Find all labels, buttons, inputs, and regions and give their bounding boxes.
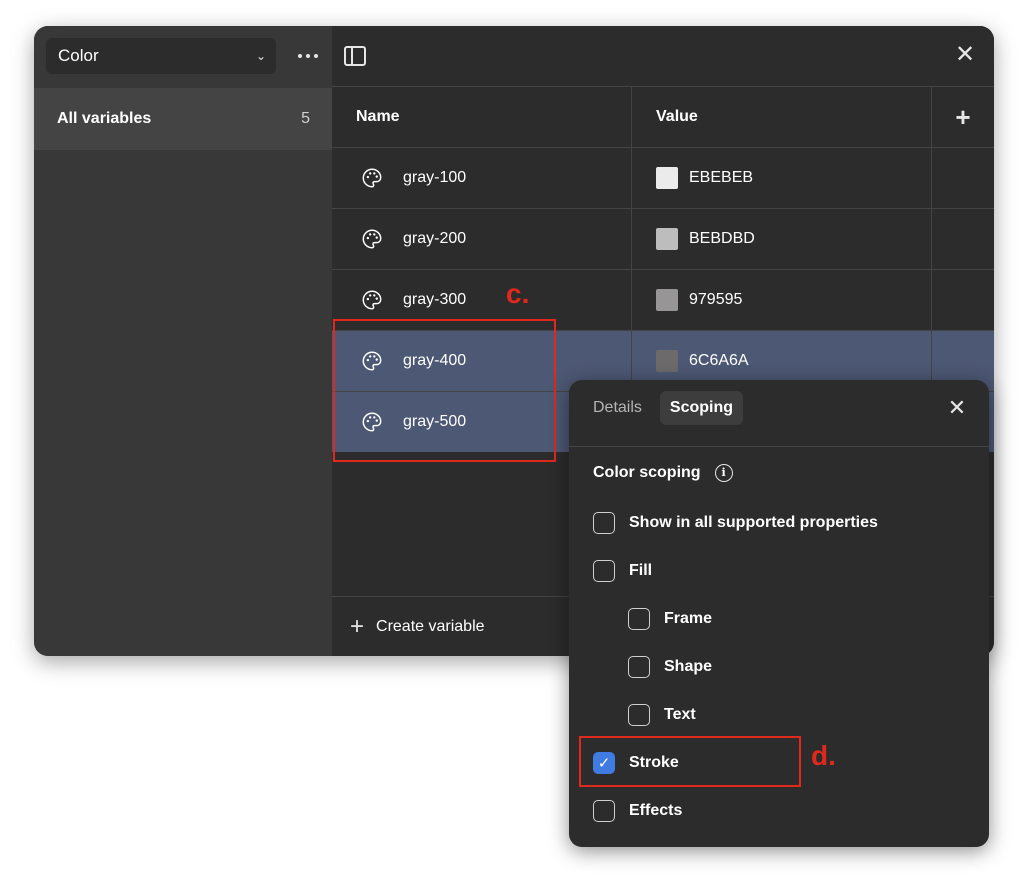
option-label: Show in all supported properties <box>629 514 878 531</box>
close-icon[interactable]: ✕ <box>945 396 969 420</box>
chevron-down-icon: ⌄ <box>255 49 266 63</box>
collections-sidebar: Color ⌄ All variables 5 <box>34 26 332 656</box>
scoping-heading-label: Color scoping <box>593 464 701 481</box>
empty-cell <box>932 209 994 269</box>
divider <box>569 446 989 447</box>
info-icon[interactable]: i <box>714 464 733 482</box>
variable-value: 979595 <box>689 291 743 308</box>
variable-value: EBEBEB <box>689 169 754 186</box>
table-row[interactable]: gray-100 EBEBEB <box>332 147 994 208</box>
checkbox[interactable] <box>593 560 615 582</box>
close-icon[interactable]: ✕ <box>952 42 978 68</box>
scope-option-text[interactable]: Text <box>628 700 696 730</box>
option-label: Frame <box>664 610 713 627</box>
variable-name-cell[interactable]: gray-200 <box>332 209 632 269</box>
create-variable-label: Create variable <box>376 617 485 635</box>
annotation-label-c: c. <box>506 278 530 309</box>
variable-name: gray-200 <box>403 230 467 247</box>
checkbox[interactable] <box>628 608 650 630</box>
color-swatch[interactable] <box>656 289 678 311</box>
color-swatch[interactable] <box>656 228 678 250</box>
table-header: Name Value + <box>332 86 994 147</box>
tab-scoping[interactable]: Scoping <box>659 391 744 425</box>
tab-details[interactable]: Details <box>583 391 652 425</box>
scope-option-shape[interactable]: Shape <box>628 652 712 682</box>
annotation-label-d: d. <box>811 740 836 771</box>
collection-select[interactable]: Color ⌄ <box>46 38 276 74</box>
group-all-variables[interactable]: All variables 5 <box>34 88 332 150</box>
plus-icon: + <box>350 612 365 640</box>
checkbox[interactable] <box>593 512 615 534</box>
palette-icon <box>361 167 383 189</box>
scope-option-effects[interactable]: Effects <box>593 796 682 826</box>
annotation-box-c <box>333 319 556 462</box>
option-label: Fill <box>629 562 653 579</box>
variable-name-cell[interactable]: gray-100 <box>332 148 632 208</box>
variable-value-cell[interactable]: 979595 <box>632 270 932 330</box>
scope-option-show-in-all-supported-properties[interactable]: Show in all supported properties <box>593 508 878 538</box>
add-mode-button[interactable]: + <box>932 87 994 147</box>
empty-cell <box>932 148 994 208</box>
variable-value: 6C6A6A <box>689 352 749 369</box>
more-options-button[interactable] <box>292 42 324 70</box>
group-label: All variables <box>57 110 152 127</box>
variable-value: BEBDBD <box>689 230 755 247</box>
palette-icon <box>361 228 383 250</box>
toolbar: ✕ <box>332 26 994 86</box>
variable-value-cell[interactable]: BEBDBD <box>632 209 932 269</box>
color-swatch[interactable] <box>656 350 678 372</box>
checkbox[interactable] <box>628 704 650 726</box>
option-label: Text <box>664 706 696 723</box>
more-icon <box>296 54 320 58</box>
table-row[interactable]: gray-200 BEBDBD <box>332 208 994 269</box>
color-swatch[interactable] <box>656 167 678 189</box>
variable-value-cell[interactable]: EBEBEB <box>632 148 932 208</box>
checkbox[interactable] <box>628 656 650 678</box>
name-column-header: Name <box>332 87 632 147</box>
palette-icon <box>361 289 383 311</box>
variable-name: gray-300 <box>403 291 467 308</box>
annotation-box-d <box>579 736 801 787</box>
empty-cell <box>932 270 994 330</box>
group-count: 5 <box>301 110 310 127</box>
scope-option-frame[interactable]: Frame <box>628 604 712 634</box>
scoping-heading: Color scoping i <box>593 464 733 482</box>
plus-icon: + <box>955 101 971 132</box>
popover-tabs: Details Scoping <box>583 391 751 425</box>
option-label: Shape <box>664 658 713 675</box>
collection-select-value: Color <box>58 46 99 65</box>
checkbox[interactable] <box>593 800 615 822</box>
option-label: Effects <box>629 802 683 819</box>
scope-option-fill[interactable]: Fill <box>593 556 652 586</box>
sidebar-toggle-icon[interactable] <box>344 46 366 66</box>
value-column-header: Value <box>632 87 932 147</box>
variable-name: gray-100 <box>403 169 467 186</box>
